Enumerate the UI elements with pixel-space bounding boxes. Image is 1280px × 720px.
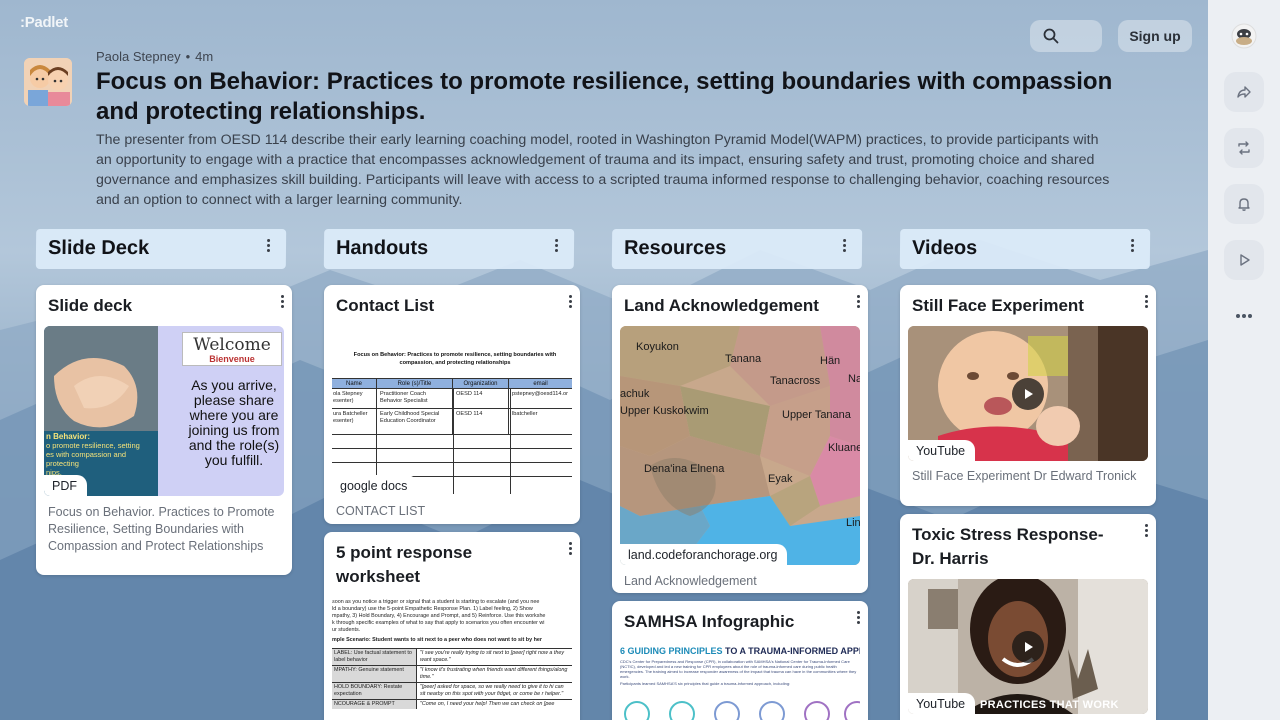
column-title: Videos	[911, 237, 978, 259]
table-header: Organization	[452, 379, 508, 388]
video-thumbnail[interactable]: PRACTICES THAT WORK YouTube	[908, 579, 1148, 714]
table-header: Name	[345, 381, 362, 387]
post-more-icon[interactable]	[857, 295, 860, 308]
column-more-icon[interactable]	[842, 239, 847, 252]
notifications-button[interactable]	[1224, 184, 1264, 224]
attachment-type-tag: google docs	[332, 475, 418, 496]
slide-photo: n Behavior: o promote resilience, settin…	[44, 326, 158, 496]
account-avatar[interactable]	[1224, 16, 1264, 56]
post-caption: Focus on Behavior. Practices to Promote …	[48, 505, 275, 553]
ghost-avatar-icon	[1231, 23, 1257, 49]
table-row: ura Batcheller esenter) Early Childhood …	[332, 409, 572, 435]
search-button[interactable]	[1030, 20, 1102, 52]
post-more-icon[interactable]	[857, 611, 860, 624]
sign-up-button[interactable]: Sign up	[1118, 20, 1192, 52]
column-title: Resources	[623, 237, 727, 259]
video-source-tag: YouTube	[908, 693, 976, 714]
map-thumbnail[interactable]: Koyukon Tanana Hän achuk Tanacross Na Up…	[620, 326, 860, 565]
play-icon[interactable]	[1012, 631, 1044, 663]
post-time: 4m	[195, 49, 214, 64]
bell-icon	[1238, 198, 1250, 211]
post-caption: CONTACT LIST	[336, 504, 426, 518]
post-card-land-acknowledgement[interactable]: Land Acknowledgement Koyukon Tanana Hän …	[612, 285, 868, 593]
post-card-contact-list[interactable]: Contact List Focus on Behavior: Practice…	[324, 285, 580, 524]
infographic-body: CDC's Center for Preparedness and Respon…	[620, 659, 857, 679]
column-header-videos[interactable]: Videos	[899, 229, 1151, 269]
post-title: Land Acknowledgement	[624, 296, 819, 315]
author-name[interactable]: Paola Stepney	[96, 49, 181, 64]
map-labels: Koyukon Tanana Hän achuk Tanacross Na Up…	[620, 341, 860, 529]
meta-separator: •	[185, 49, 191, 64]
table-row: MPATHY: Genuine statement "I know it's f…	[332, 666, 572, 683]
post-caption: Land Acknowledgement	[624, 574, 757, 588]
padlet-logo[interactable]: :Padlet	[20, 14, 68, 31]
principle-icons	[622, 698, 860, 720]
google-doc-thumbnail[interactable]: Focus on Behavior: Practices to promote …	[332, 326, 572, 496]
page-title: Focus on Behavior: Practices to promote …	[96, 68, 1113, 125]
search-icon	[1043, 28, 1059, 44]
post-title: 5 point response worksheet	[336, 543, 473, 586]
welcome-wordcloud: Welcome Bienvenue	[182, 332, 282, 366]
post-card-samhsa-infographic[interactable]: SAMHSA Infographic 6 GUIDING PRINCIPLES …	[612, 601, 868, 720]
slide-overlay-text: n Behavior: o promote resilience, settin…	[46, 432, 140, 477]
table-row: HOLD BOUNDARY: Restate expectation "[pee…	[332, 683, 572, 700]
remake-icon	[1238, 141, 1250, 155]
padlet-board: :Padlet Paola Stepney • 4m Focus on Behavi…	[0, 0, 1208, 720]
post-more-icon[interactable]	[1145, 295, 1148, 308]
author-line: Paola Stepney • 4m	[96, 49, 213, 64]
column-more-icon[interactable]	[554, 239, 559, 252]
pdf-thumbnail[interactable]: n Behavior: o promote resilience, settin…	[44, 326, 284, 496]
play-icon[interactable]	[1012, 378, 1044, 410]
post-more-icon[interactable]	[281, 295, 284, 308]
post-more-icon[interactable]	[569, 542, 572, 555]
post-card-slide-deck[interactable]: Slide deck n Behavior: o promote resilie…	[36, 285, 292, 575]
worksheet-text: soon as you notice a trigger or signal t…	[332, 599, 546, 643]
post-card-still-face-experiment[interactable]: Still Face Experiment YouTube Still Face…	[900, 285, 1156, 506]
column-more-icon[interactable]	[1130, 239, 1135, 252]
post-caption: Still Face Experiment Dr Edward Tronick	[912, 469, 1137, 483]
column-header-resources[interactable]: Resources	[611, 229, 863, 269]
post-title: Still Face Experiment	[912, 296, 1084, 315]
table-row: LABEL: Use factual statement to label be…	[332, 649, 572, 666]
worksheet-thumbnail[interactable]: soon as you notice a trigger or signal t…	[332, 597, 572, 720]
more-horizontal-icon	[1236, 314, 1252, 318]
table-header: Role (s)/Title	[376, 379, 452, 388]
right-sidebar	[1208, 0, 1280, 720]
page-description: The presenter from OESD 114 describe the…	[96, 132, 1110, 208]
column-title: Slide Deck	[47, 237, 150, 259]
post-card-toxic-stress-response[interactable]: Toxic Stress Response- Dr. Harris PRACTI…	[900, 514, 1156, 720]
share-icon	[1237, 86, 1251, 98]
worksheet-table: LABEL: Use factual statement to label be…	[332, 648, 572, 709]
video-thumbnail[interactable]: YouTube	[908, 326, 1148, 461]
attachment-type-tag: PDF	[44, 475, 87, 496]
infographic-thumbnail[interactable]: 6 GUIDING PRINCIPLES TO A TRAUMA-INFORME…	[620, 642, 860, 720]
post-title: Slide deck	[48, 296, 133, 315]
column-header-slide-deck[interactable]: Slide Deck	[35, 229, 287, 269]
video-banner-text: PRACTICES THAT WORK	[980, 699, 1119, 711]
author-avatar[interactable]	[24, 58, 72, 106]
infographic-body-2: Participants learned SAMHSA'S six princi…	[620, 681, 791, 686]
slide-welcome-text: As you arrive, please share where you ar…	[188, 377, 280, 468]
table-header: email	[508, 379, 572, 388]
video-source-tag: YouTube	[908, 440, 976, 461]
table-row: ola Stepney esenter) Practitioner Coach …	[332, 389, 572, 409]
post-more-icon[interactable]	[569, 295, 572, 308]
column-title: Handouts	[335, 237, 429, 259]
column-header-handouts[interactable]: Handouts	[323, 229, 575, 269]
post-title: SAMHSA Infographic	[624, 612, 795, 631]
slideshow-button[interactable]	[1224, 240, 1264, 280]
post-title: Toxic Stress Response- Dr. Harris	[912, 525, 1104, 568]
post-title: Contact List	[336, 296, 435, 315]
attachment-link-tag: land.codeforanchorage.org	[620, 544, 788, 565]
share-button[interactable]	[1224, 72, 1264, 112]
table-row: NCOURAGE & PROMPT "Come on, I need your …	[332, 700, 572, 709]
post-more-icon[interactable]	[1145, 524, 1148, 537]
doc-title: Focus on Behavior: Practices to promote …	[353, 352, 557, 366]
column-more-icon[interactable]	[266, 239, 271, 252]
remake-button[interactable]	[1224, 128, 1264, 168]
infographic-headline: 6 GUIDING PRINCIPLES TO A TRAUMA-INFORME…	[620, 646, 860, 656]
post-card-worksheet[interactable]: 5 point response worksheet soon as you n…	[324, 532, 580, 720]
play-outline-icon	[1240, 254, 1250, 266]
more-options-button[interactable]	[1224, 296, 1264, 336]
